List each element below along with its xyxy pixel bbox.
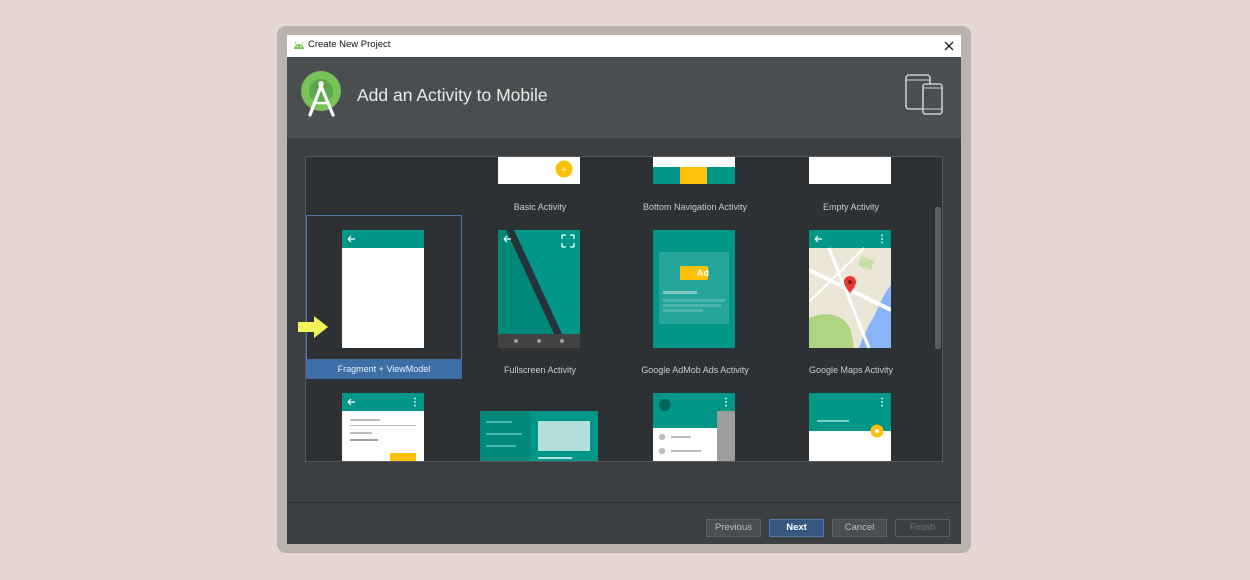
window-title: Create New Project <box>308 39 391 50</box>
scrolling-activity-preview <box>809 393 891 461</box>
bottom-nav-preview <box>653 157 735 184</box>
template-label: Basic Activity <box>513 202 567 212</box>
template-scrolling-activity[interactable] <box>773 393 929 461</box>
template-gallery[interactable]: + Basic Activity Bottom Navigation Activ… <box>305 156 943 462</box>
svg-text:+: + <box>561 165 568 174</box>
empty-activity-preview <box>809 157 891 184</box>
template-label: Empty Activity <box>822 202 879 212</box>
dialog-header: Add an Activity to Mobile <box>287 57 961 138</box>
cancel-button[interactable]: Cancel <box>832 519 887 537</box>
login-activity-preview <box>342 393 424 461</box>
template-login-activity[interactable] <box>306 393 462 461</box>
template-label: Bottom Navigation Activity <box>642 202 748 212</box>
google-maps-preview <box>809 230 891 348</box>
admob-preview <box>653 230 735 348</box>
android-studio-logo <box>301 71 341 117</box>
template-bottom-navigation-activity[interactable]: Bottom Navigation Activity <box>617 157 773 217</box>
fragment-viewmodel-preview <box>342 230 424 348</box>
fullscreen-activity-preview <box>498 230 580 348</box>
template-fragment-viewmodel[interactable]: Fragment + ViewModel <box>306 157 462 379</box>
template-navigation-drawer-activity[interactable] <box>617 393 773 461</box>
selection-pointer-arrow-icon <box>298 316 328 338</box>
phone-tablet-icon <box>905 74 943 115</box>
nav-drawer-preview <box>653 393 735 461</box>
template-master-detail-flow[interactable] <box>462 393 618 461</box>
template-label: Google AdMob Ads Activity <box>641 365 749 375</box>
template-label: Google Maps Activity <box>808 365 894 375</box>
basic-activity-preview: + <box>498 157 580 184</box>
create-project-dialog: Create New Project Add an Activity to Mo… <box>287 35 961 544</box>
page-title: Add an Activity to Mobile <box>357 85 548 105</box>
title-bar: Create New Project <box>287 35 961 57</box>
master-detail-preview <box>480 411 598 461</box>
next-button[interactable]: Next <box>769 519 824 537</box>
template-label: Fullscreen Activity <box>503 365 577 375</box>
close-icon[interactable] <box>941 38 957 54</box>
finish-button[interactable]: Finish <box>895 519 950 537</box>
template-fullscreen-activity[interactable]: Fullscreen Activity <box>462 215 618 379</box>
previous-button[interactable]: Previous <box>706 519 761 537</box>
template-admob-activity[interactable]: Ad Google AdMob Ads Activity <box>617 215 773 379</box>
ad-badge-text: Ad <box>697 268 709 278</box>
template-google-maps-activity[interactable]: Google Maps Activity <box>773 215 929 379</box>
footer-divider <box>287 502 961 503</box>
template-empty-activity[interactable]: Empty Activity <box>773 157 929 217</box>
template-label-selected: Fragment + ViewModel <box>306 359 462 379</box>
android-studio-icon <box>294 41 304 49</box>
gallery-scrollbar[interactable] <box>935 207 941 349</box>
template-basic-activity[interactable]: + Basic Activity <box>462 157 618 217</box>
